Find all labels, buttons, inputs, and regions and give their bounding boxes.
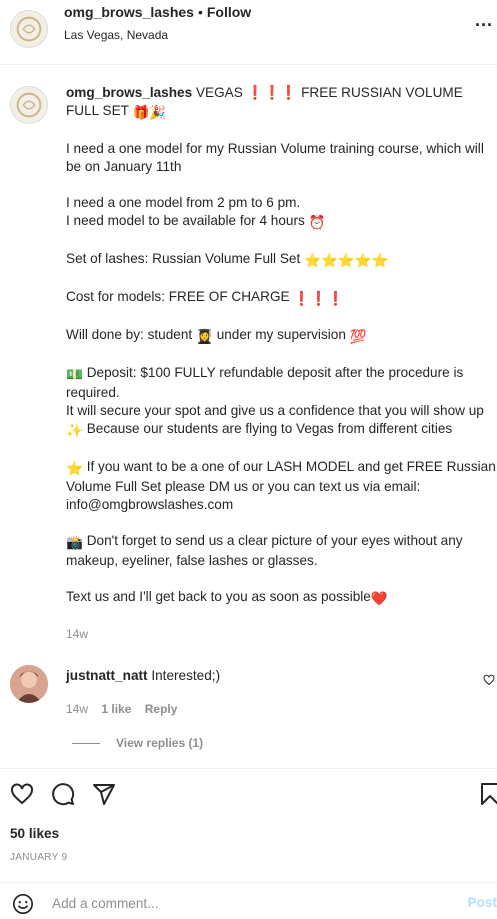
caption-time-ago[interactable]: 14w [66, 627, 88, 641]
share-send-icon[interactable] [92, 782, 116, 806]
caption-username[interactable]: omg_brows_lashes [66, 85, 192, 100]
comment-meta: 14w 1 like Reply [66, 702, 187, 716]
caption-para-7: ⭐ If you want to be a one of our LASH MO… [66, 458, 497, 514]
view-replies-button[interactable]: View replies (1) [72, 736, 203, 750]
comment-bubble-icon[interactable] [51, 782, 75, 806]
student-emoji: 👩‍🎓 [195, 329, 213, 344]
bookmark-save-icon[interactable] [478, 782, 497, 806]
caption-para-8: 📸 Don't forget to send us a clear pictur… [66, 532, 497, 570]
sparkles-emoji: ✨ [66, 423, 83, 438]
follow-button[interactable]: Follow [207, 4, 251, 20]
likes-count[interactable]: 50 likes [10, 826, 59, 841]
caption-para-7-text: If you want to be a one of our LASH MODE… [66, 459, 496, 512]
post-header: omg_brows_lashes • Follow Las Vegas, Nevad… [0, 0, 497, 65]
caption-para-6c-text: Because our students are flying to Vegas… [86, 421, 453, 436]
comment-input[interactable] [52, 889, 452, 917]
stars-emoji: ⭐⭐⭐⭐⭐ [304, 253, 389, 268]
separator-dot: • [197, 4, 203, 20]
caption-para-4: Cost for models: FREE OF CHARGE ❗❗❗ [66, 288, 497, 308]
reply-button[interactable]: Reply [145, 702, 178, 716]
like-heart-icon[interactable] [10, 782, 34, 806]
comment-likes-count[interactable]: 1 like [101, 702, 131, 716]
commenter-avatar[interactable] [10, 665, 48, 703]
caption-para-6: 💵 Deposit: $100 FULLY refundable deposit… [66, 364, 497, 440]
caption-para-5-text: Will done by: student [66, 327, 193, 342]
caption-title: omg_brows_lashes VEGAS ❗❗❗ FREE RUSSIAN … [66, 84, 497, 122]
hundred-emoji: 💯 [349, 329, 367, 344]
add-comment-bar: Post [0, 882, 497, 919]
caption-para-5-tail: under my supervision [216, 327, 346, 342]
caption-para-5: Will done by: student 👩‍🎓 under my super… [66, 326, 497, 346]
camera-emoji: 📸 [66, 535, 83, 550]
comment-like-icon[interactable] [483, 674, 495, 686]
caption-para-8-text: Don't forget to send us a clear picture … [66, 533, 463, 568]
caption-para-4-text: Cost for models: FREE OF CHARGE [66, 289, 290, 304]
heart-emoji: ❤️ [370, 591, 388, 606]
gift-party-emoji: 🎁🎉 [132, 105, 167, 120]
comment-body: justnatt_natt Interested;) [66, 668, 220, 683]
caption-para-6-text: Deposit: $100 FULLY refundable deposit a… [66, 365, 464, 400]
star-emoji: ⭐ [66, 461, 83, 476]
money-emoji: 💵 [66, 367, 83, 382]
location-link[interactable]: Las Vegas, Nevada [64, 28, 168, 42]
emoji-picker-icon[interactable] [12, 893, 34, 915]
more-options-icon[interactable]: ... [475, 10, 493, 31]
caption-para-2-line-2: I need model to be available for 4 hours [66, 213, 305, 228]
caption-para-3-text: Set of lashes: Russian Volume Full Set [66, 251, 301, 266]
alarm-clock-emoji: ⏰ [308, 215, 326, 230]
caption-para-2-line-1: I need a one model from 2 pm to 6 pm. [66, 195, 301, 210]
replies-divider-line [72, 742, 100, 744]
view-replies-label: View replies (1) [116, 736, 204, 750]
caption-para-3: Set of lashes: Russian Volume Full Set ⭐… [66, 250, 497, 270]
comment-time-ago[interactable]: 14w [66, 702, 88, 716]
action-bar [0, 768, 497, 818]
post-caption: omg_brows_lashes VEGAS ❗❗❗ FREE RUSSIAN … [66, 84, 497, 626]
caption-para-1: I need a one model for my Russian Volume… [66, 141, 484, 174]
caption-para-9-text: Text us and I'll get back to you as soon… [66, 589, 371, 604]
post-button[interactable]: Post [468, 895, 497, 910]
post-date[interactable]: JANUARY 9 [10, 852, 67, 863]
author-avatar[interactable] [10, 10, 48, 48]
exclamation-emoji: ❗❗❗ [293, 291, 345, 306]
header-user-line: omg_brows_lashes • Follow [64, 4, 251, 20]
author-username[interactable]: omg_brows_lashes [64, 4, 194, 20]
caption-author-avatar[interactable] [10, 86, 48, 124]
caption-para-9: Text us and I'll get back to you as soon… [66, 588, 497, 608]
caption-para-2: I need a one model from 2 pm to 6 pm. I … [66, 194, 497, 232]
comment-text: Interested;) [151, 668, 221, 683]
caption-para-6b-text: It will secure your spot and give us a c… [66, 403, 484, 418]
commenter-username[interactable]: justnatt_natt [66, 668, 148, 683]
